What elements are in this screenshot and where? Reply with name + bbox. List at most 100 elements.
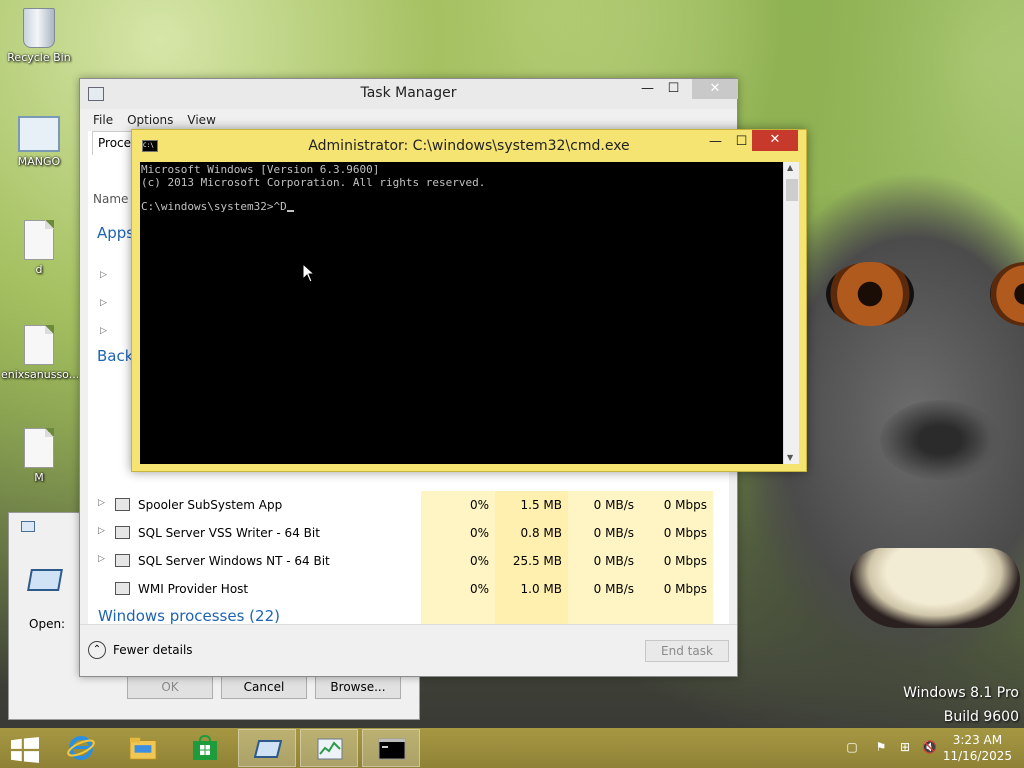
system-clock[interactable]: 3:23 AM 11/16/2025 — [943, 732, 1012, 764]
scroll-down-icon[interactable]: ▼ — [787, 453, 793, 462]
scroll-up-icon[interactable]: ▲ — [787, 163, 793, 172]
taskbar-store[interactable] — [176, 729, 234, 767]
edition-watermark: Windows 8.1 Pro — [903, 685, 1019, 701]
file-explorer-icon — [129, 737, 157, 760]
disk-cell: 0 MB/s — [568, 491, 640, 519]
desktop-icon-label: enixsanusso... — [1, 368, 80, 381]
network-cell: 0 Mbps — [640, 519, 713, 547]
ok-button[interactable]: OK — [127, 676, 213, 699]
clock-time: 3:23 AM — [952, 733, 1003, 747]
disk-cell: 0 MB/s — [568, 519, 640, 547]
maximize-button[interactable]: ☐ — [660, 79, 687, 99]
taskbar-task-manager[interactable] — [300, 729, 358, 767]
disk-cell: 0 MB/s — [568, 547, 640, 575]
taskbar-cmd[interactable] — [362, 729, 420, 767]
minimize-button[interactable]: — — [702, 132, 729, 152]
minimize-button[interactable]: — — [634, 79, 661, 99]
console-prompt-line: C:\windows\system32>^D — [141, 200, 783, 214]
desktop-icon-enixsanusso[interactable]: enixsanusso... — [1, 325, 80, 381]
mouse-pointer-icon — [302, 263, 316, 283]
action-center-flag-icon[interactable]: ⚑ — [874, 740, 888, 754]
table-row[interactable]: ▷ SQL Server VSS Writer - 64 Bit 0% 0.8 … — [88, 519, 729, 547]
task-manager-titlebar[interactable]: Task Manager — ☐ ✕ — [80, 79, 738, 109]
table-row[interactable]: ▷ SQL Server Windows NT - 64 Bit 0% 25.5… — [88, 547, 729, 575]
cpu-cell: 0% — [421, 491, 495, 519]
maximize-button[interactable]: ☐ — [728, 132, 755, 152]
process-list: ▷ Spooler SubSystem App 0% 1.5 MB 0 MB/s… — [88, 491, 729, 627]
section-windows-processes: Windows processes (22) — [98, 607, 280, 625]
task-manager-footer: ⌃ Fewer details End task — [80, 624, 737, 676]
expand-arrow-icon[interactable]: ▷ — [98, 526, 105, 536]
menu-bar: File Options View — [80, 109, 737, 131]
window-shortcut-icon — [18, 116, 60, 152]
wallpaper-detail — [880, 400, 1000, 480]
network-cell: 0 Mbps — [640, 575, 713, 603]
taskbar-internet-explorer[interactable] — [52, 729, 110, 767]
memory-cell: 25.5 MB — [495, 547, 568, 575]
process-name: WMI Provider Host — [138, 582, 249, 596]
memory-cell: 0.8 MB — [495, 519, 568, 547]
network-icon[interactable]: ⊞ — [898, 740, 912, 754]
expand-arrow-icon[interactable]: ▷ — [98, 554, 105, 564]
close-button[interactable]: ✕ — [692, 79, 738, 99]
process-name: SQL Server VSS Writer - 64 Bit — [138, 526, 320, 540]
expand-arrow-icon[interactable]: ▷ — [98, 498, 105, 508]
cpu-cell: 0% — [421, 519, 495, 547]
console-line: Microsoft Windows [Version 6.3.9600] — [141, 163, 380, 176]
menu-file[interactable]: File — [93, 113, 113, 127]
text-document-icon — [24, 325, 54, 365]
table-row[interactable]: ▷ Spooler SubSystem App 0% 1.5 MB 0 MB/s… — [88, 491, 729, 519]
wallpaper-detail — [850, 548, 1020, 628]
vertical-scrollbar[interactable]: ▲ ▼ — [783, 162, 799, 464]
column-header-name[interactable]: Name — [93, 192, 128, 206]
cmd-icon — [378, 738, 406, 760]
internet-explorer-icon — [67, 736, 95, 760]
task-manager-icon — [317, 738, 343, 760]
taskbar: ▢ ⚑ ⊞ 🔇 3:23 AM 11/16/2025 — [0, 728, 1024, 768]
clock-date: 11/16/2025 — [942, 749, 1012, 763]
run-icon — [21, 521, 35, 532]
service-icon — [115, 554, 130, 567]
close-button[interactable]: ✕ — [752, 130, 798, 151]
fewer-details-button[interactable]: ⌃ Fewer details — [88, 641, 193, 659]
start-icon — [11, 737, 39, 763]
menu-view[interactable]: View — [187, 113, 215, 127]
build-watermark: Build 9600 — [943, 709, 1019, 725]
scrollbar-thumb[interactable] — [786, 179, 798, 201]
taskbar-file-explorer[interactable] — [114, 729, 172, 767]
desktop-icon-label: MANGO — [17, 155, 61, 168]
show-hidden-icons-icon[interactable]: ▢ — [845, 740, 859, 754]
printer-icon — [115, 498, 130, 511]
cancel-button[interactable]: Cancel — [221, 676, 307, 699]
taskbar-run-dialog[interactable] — [238, 729, 296, 767]
wallpaper-detail — [826, 262, 914, 326]
process-name: Spooler SubSystem App — [138, 498, 283, 512]
console-output[interactable]: Microsoft Windows [Version 6.3.9600] (c) … — [140, 162, 783, 464]
expand-arrows: ▷ ▷ ▷ — [100, 270, 107, 336]
desktop-icon-label: M — [34, 471, 44, 484]
fewer-details-label: Fewer details — [113, 643, 193, 657]
network-cell: 0 Mbps — [640, 547, 713, 575]
desktop-icon-mango[interactable]: MANGO — [1, 116, 77, 168]
network-cell: 0 Mbps — [640, 491, 713, 519]
desktop-icon-m[interactable]: M — [1, 428, 77, 484]
cmd-titlebar[interactable]: C:\ Administrator: C:\windows\system32\c… — [132, 130, 806, 161]
volume-muted-icon[interactable]: 🔇 — [922, 740, 937, 754]
store-icon — [193, 735, 217, 760]
disk-cell: 0 MB/s — [568, 575, 640, 603]
memory-cell: 1.0 MB — [495, 575, 568, 603]
desktop-icon-d[interactable]: d — [1, 220, 77, 276]
menu-options[interactable]: Options — [127, 113, 173, 127]
table-row[interactable]: WMI Provider Host 0% 1.0 MB 0 MB/s 0 Mbp… — [88, 575, 729, 603]
end-task-button[interactable]: End task — [645, 640, 729, 662]
desktop-icon-label: Recycle Bin — [7, 51, 71, 64]
start-button[interactable] — [0, 729, 50, 767]
console-prompt: C:\windows\system32>^D — [141, 200, 287, 213]
cmd-window: C:\ Administrator: C:\windows\system32\c… — [131, 129, 807, 472]
desktop-icon-recycle-bin[interactable]: Recycle Bin — [1, 8, 77, 64]
open-label: Open: — [29, 617, 66, 631]
process-name: SQL Server Windows NT - 64 Bit — [138, 554, 330, 568]
browse-button[interactable]: Browse... — [315, 676, 401, 699]
memory-cell: 1.5 MB — [495, 491, 568, 519]
chevron-up-icon: ⌃ — [88, 641, 106, 659]
